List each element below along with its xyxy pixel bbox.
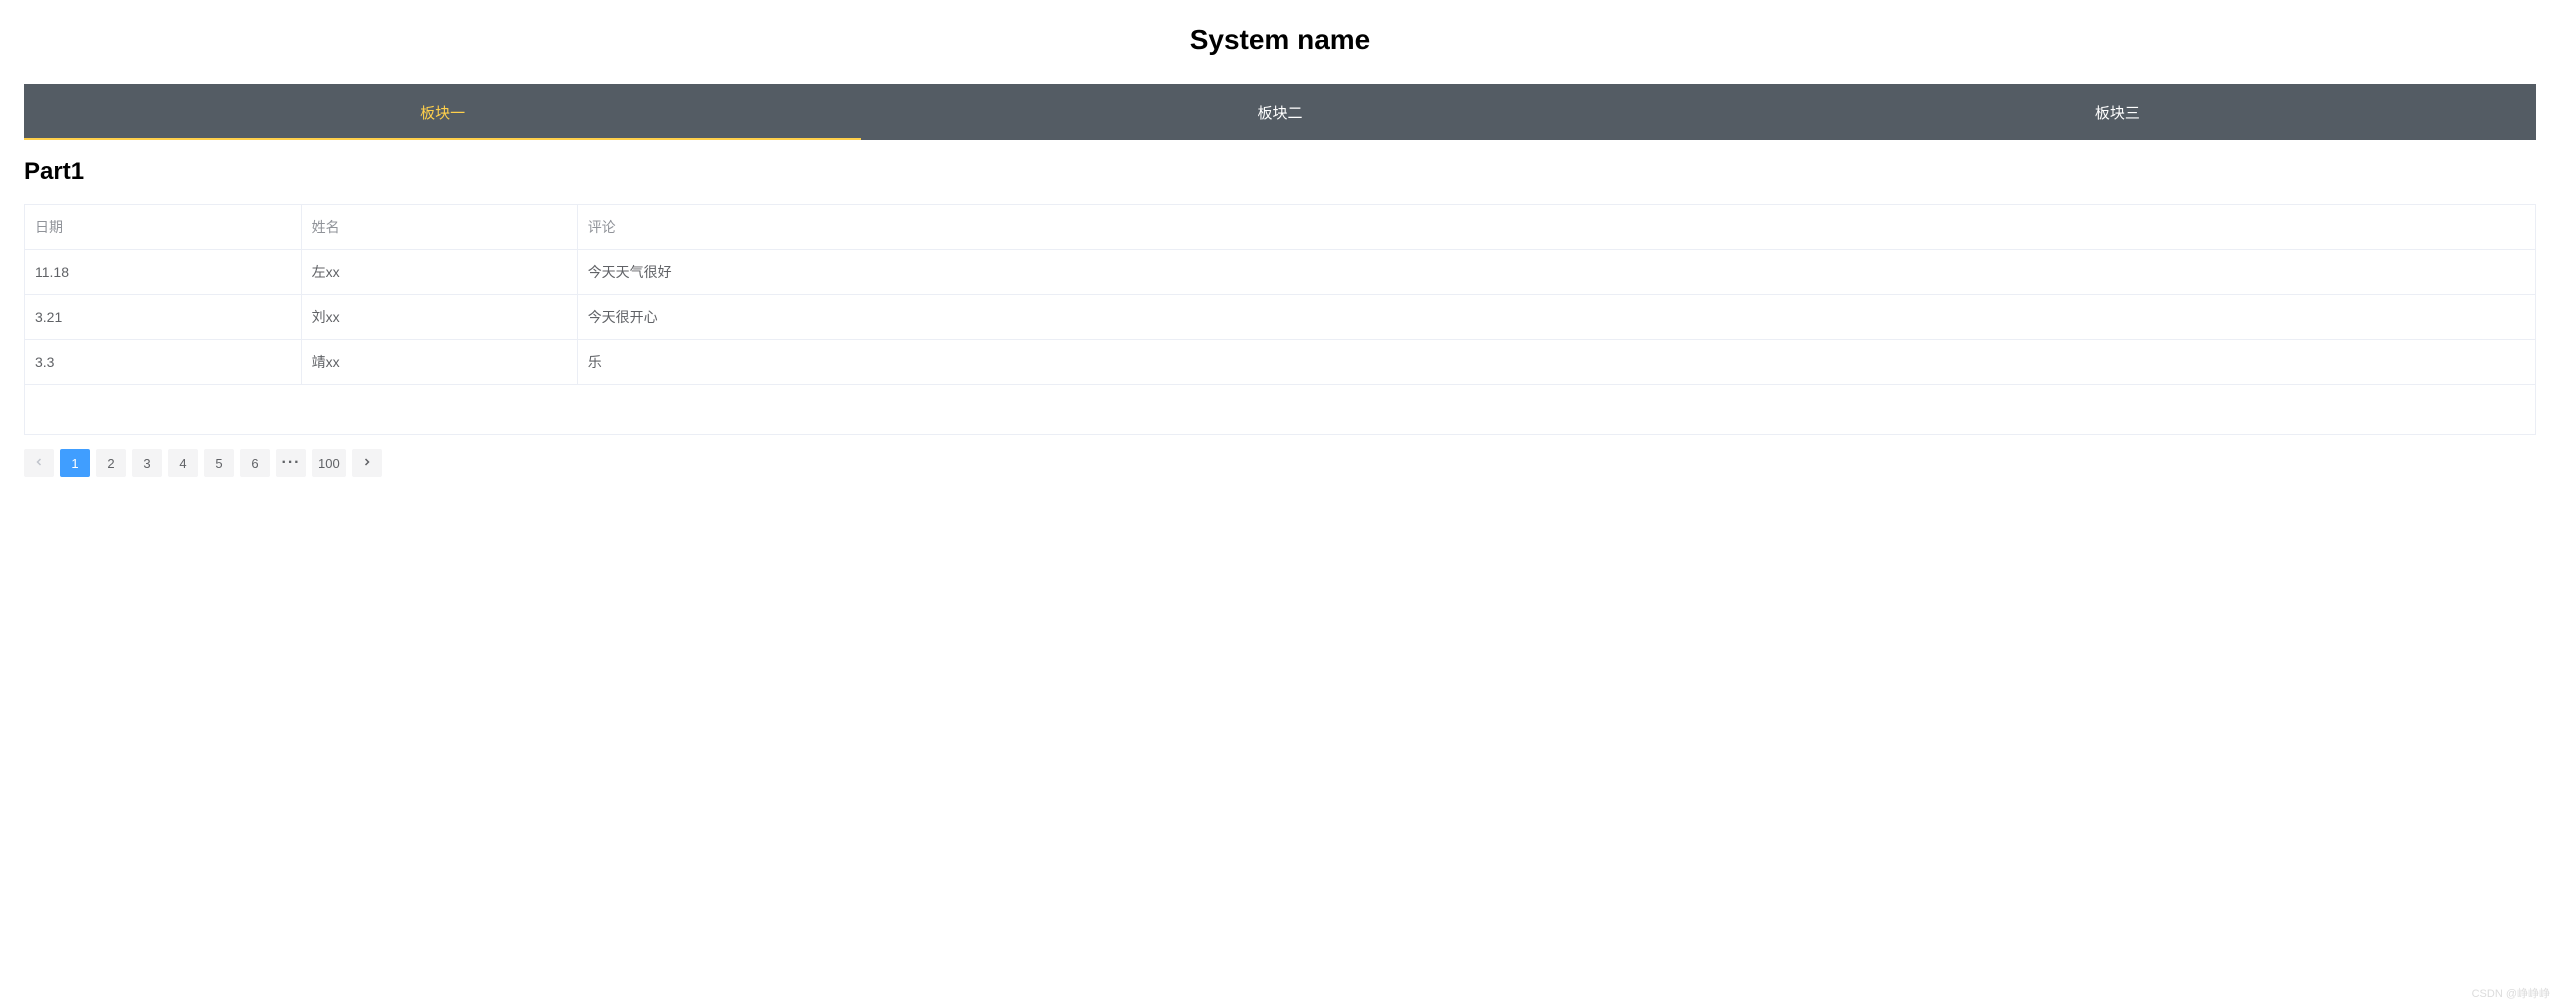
pagination-page-3[interactable]: 3 bbox=[132, 449, 162, 477]
cell-date: 3.3 bbox=[25, 340, 301, 385]
cell-comment: 乐 bbox=[577, 340, 2535, 385]
table-row: 3.3 靖xx 乐 bbox=[25, 340, 2535, 385]
pagination: 1 2 3 4 5 6 ··· 100 bbox=[24, 449, 2536, 497]
chevron-left-icon bbox=[33, 456, 45, 471]
cell-date: 11.18 bbox=[25, 250, 301, 295]
pagination-page-1[interactable]: 1 bbox=[60, 449, 90, 477]
tab-section-1[interactable]: 板块一 bbox=[24, 84, 861, 140]
chevron-right-icon bbox=[361, 456, 373, 471]
cell-comment: 今天很开心 bbox=[577, 295, 2535, 340]
tab-section-3[interactable]: 板块三 bbox=[1699, 84, 2536, 140]
table-row: 3.21 刘xx 今天很开心 bbox=[25, 295, 2535, 340]
pagination-page-6[interactable]: 6 bbox=[240, 449, 270, 477]
tab-section-2[interactable]: 板块二 bbox=[861, 84, 1698, 140]
cell-name: 刘xx bbox=[301, 295, 577, 340]
pagination-page-last[interactable]: 100 bbox=[312, 449, 346, 477]
table-header-date: 日期 bbox=[25, 205, 301, 250]
pagination-page-4[interactable]: 4 bbox=[168, 449, 198, 477]
pagination-page-5[interactable]: 5 bbox=[204, 449, 234, 477]
cell-name: 靖xx bbox=[301, 340, 577, 385]
data-table: 日期 姓名 评论 11.18 左xx 今天天气很好 3.21 刘xx 今天很开心… bbox=[24, 204, 2536, 435]
pagination-prev-button[interactable] bbox=[24, 449, 54, 477]
table-row: 11.18 左xx 今天天气很好 bbox=[25, 250, 2535, 295]
cell-comment: 今天天气很好 bbox=[577, 250, 2535, 295]
table-header-row: 日期 姓名 评论 bbox=[25, 205, 2535, 250]
cell-date: 3.21 bbox=[25, 295, 301, 340]
pagination-next-button[interactable] bbox=[352, 449, 382, 477]
table-bottom-space bbox=[25, 385, 2535, 435]
tabs-nav: 板块一 板块二 板块三 bbox=[24, 84, 2536, 140]
section-title: Part1 bbox=[24, 158, 2536, 186]
pagination-ellipsis[interactable]: ··· bbox=[276, 449, 306, 477]
watermark: CSDN @峥峥峥 bbox=[2472, 985, 2550, 1001]
table-header-name: 姓名 bbox=[301, 205, 577, 250]
system-title: System name bbox=[24, 24, 2536, 56]
table-header-comment: 评论 bbox=[577, 205, 2535, 250]
pagination-page-2[interactable]: 2 bbox=[96, 449, 126, 477]
cell-name: 左xx bbox=[301, 250, 577, 295]
